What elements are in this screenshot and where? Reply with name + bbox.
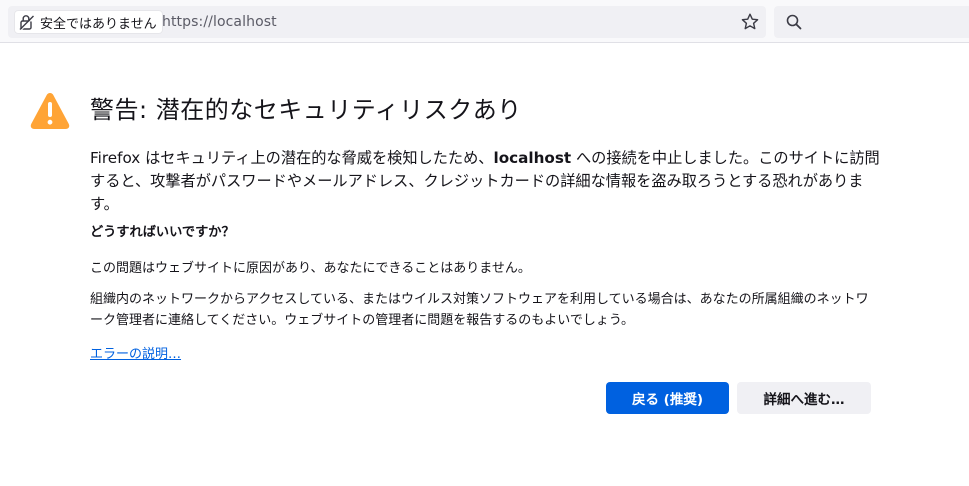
site-identity-button[interactable]: 安全ではありません <box>14 10 163 34</box>
go-back-button[interactable]: 戻る (推奨) <box>606 382 729 414</box>
star-icon[interactable] <box>740 12 760 32</box>
insecure-lock-icon <box>18 13 36 31</box>
error-intro: Firefox はセキュリティ上の潜在的な脅威を検知したため、localhost… <box>90 147 880 216</box>
warning-icon <box>29 91 71 131</box>
what-to-do-answer-1: この問題はウェブサイトに原因があり、あなたにできることはありません。 <box>90 261 531 276</box>
url-text[interactable]: https://localhost <box>162 14 277 30</box>
search-icon <box>785 13 803 31</box>
page-title: 警告: 潜在的なセキュリティリスクあり <box>90 96 522 124</box>
advanced-button[interactable]: 詳細へ進む… <box>737 382 871 414</box>
learn-more-link[interactable]: エラーの説明… <box>90 343 181 362</box>
what-to-do-heading: どうすればいいですか？ <box>90 225 235 240</box>
search-bar[interactable] <box>774 6 969 38</box>
what-to-do-answer-2: 組織内のネットワークからアクセスしている、またはウイルス対策ソフトウェアを利用し… <box>90 292 869 328</box>
intro-text-before-host: Firefox はセキュリティ上の潜在的な脅威を検知したため、 <box>90 149 494 167</box>
url-bar[interactable]: 安全ではありません https://localhost <box>8 6 766 38</box>
error-hostname: localhost <box>493 149 572 167</box>
browser-toolbar: 安全ではありません https://localhost <box>0 0 969 43</box>
site-identity-label: 安全ではありません <box>40 16 157 32</box>
